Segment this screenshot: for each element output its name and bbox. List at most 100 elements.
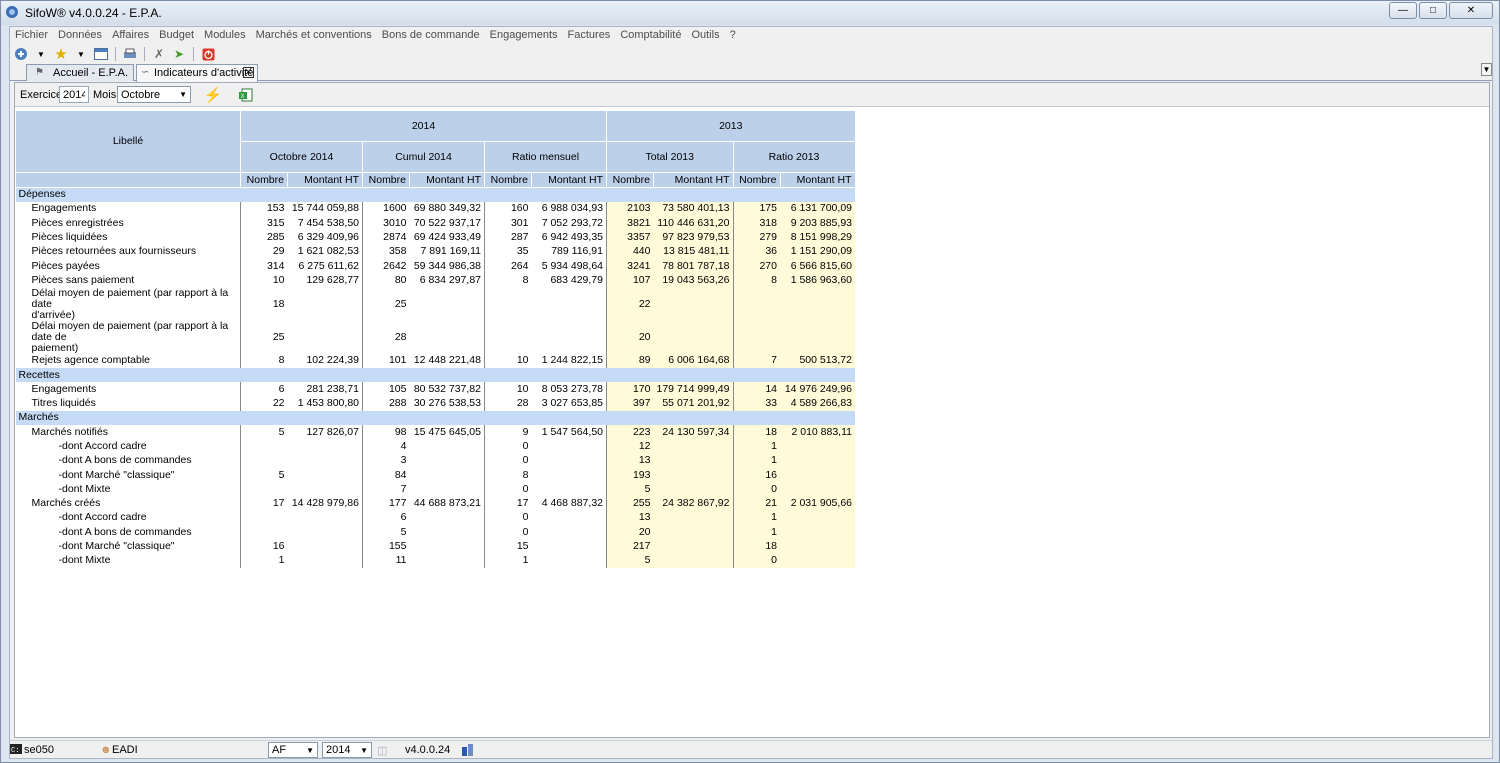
montant-cell[interactable]: 6 988 034,93 [531, 201, 607, 217]
nombre-cell[interactable]: 6 [240, 382, 288, 397]
montant-cell[interactable]: 789 116,91 [531, 244, 607, 259]
montant-cell[interactable]: 1 547 564,50 [531, 425, 607, 440]
montant-cell[interactable]: 2 010 883,11 [780, 425, 855, 440]
nombre-cell[interactable]: 2874 [362, 230, 410, 245]
nombre-cell[interactable]: 1 [732, 439, 780, 454]
montant-cell[interactable] [409, 525, 485, 540]
nombre-column-header[interactable]: Nombre [362, 172, 410, 188]
montant-cell[interactable]: 7 891 169,11 [409, 244, 485, 259]
montant-cell[interactable]: 129 628,77 [287, 273, 363, 288]
nombre-cell[interactable]: 3 [362, 453, 410, 468]
table-row[interactable]: Marchés créés 17 14 428 979,86 177 44 688 87… [15, 496, 855, 511]
nombre-cell[interactable]: 3010 [362, 216, 410, 231]
montant-cell[interactable]: 7 052 293,72 [531, 216, 607, 231]
nombre-cell[interactable]: 0 [484, 510, 532, 526]
table-row[interactable]: Pièces sans paiement 10 129 628,77 80 6 834 … [15, 273, 855, 288]
nombre-cell[interactable]: 3357 [606, 230, 654, 245]
menu-item[interactable]: Données [53, 27, 107, 44]
dropdown-arrow-icon[interactable]: ▼ [32, 46, 50, 62]
navigate-icon[interactable] [12, 46, 30, 62]
print-icon[interactable] [121, 46, 139, 62]
montant-cell[interactable]: 179 714 999,49 [653, 382, 733, 397]
montant-cell[interactable]: 70 522 937,17 [409, 216, 485, 231]
nombre-cell[interactable] [240, 453, 288, 468]
nombre-column-header[interactable]: Nombre [732, 172, 781, 188]
nombre-cell[interactable]: 22 [240, 396, 288, 411]
nombre-cell[interactable]: 2103 [606, 201, 654, 217]
table-row[interactable]: -dont Marché "classique" 5 84 8 193 16 [15, 467, 855, 483]
nombre-cell[interactable]: 0 [484, 453, 532, 468]
menu-item[interactable]: Factures [563, 27, 616, 44]
nombre-cell[interactable]: 17 [484, 496, 532, 511]
montant-cell[interactable]: 55 071 201,92 [653, 396, 733, 411]
montant-cell[interactable] [780, 453, 855, 468]
montant-cell[interactable]: 5 934 498,64 [531, 258, 607, 274]
montant-cell[interactable] [409, 482, 485, 497]
section-row[interactable]: Marchés [15, 410, 855, 426]
nombre-cell[interactable]: 21 [732, 496, 780, 511]
nombre-cell[interactable]: 18 [732, 539, 780, 554]
montant-cell[interactable] [409, 553, 485, 569]
nombre-cell[interactable]: 18 [732, 425, 780, 440]
montant-cell[interactable]: 3 027 653,85 [531, 396, 607, 411]
nombre-cell[interactable]: 33 [732, 396, 780, 411]
montant-cell[interactable] [780, 539, 855, 554]
window-layout-icon[interactable] [92, 46, 110, 62]
montant-cell[interactable]: 1 586 963,60 [780, 273, 855, 288]
montant-cell[interactable] [531, 453, 607, 468]
refresh-lightning-icon[interactable]: ⚡ [203, 85, 223, 105]
table-row[interactable]: -dont Mixte 7 0 5 0 [15, 482, 855, 497]
montant-cell[interactable]: 97 823 979,53 [653, 230, 733, 245]
menu-item[interactable]: Affaires [107, 27, 154, 44]
nombre-cell[interactable]: 5 [606, 482, 654, 497]
nombre-cell[interactable]: 287 [484, 230, 532, 245]
nombre-cell[interactable]: 264 [484, 258, 532, 274]
mois-select[interactable]: Octobre ▼ [117, 86, 191, 103]
montant-cell[interactable]: 9 203 885,93 [780, 216, 855, 231]
montant-cell[interactable] [653, 320, 733, 354]
montant-cell[interactable]: 24 382 867,92 [653, 496, 733, 511]
nombre-cell[interactable]: 8 [240, 353, 288, 368]
table-row[interactable]: Titres liquidés 22 1 453 800,80 288 30 276 5… [15, 396, 855, 411]
nombre-cell[interactable]: 28 [362, 320, 410, 354]
montant-cell[interactable] [531, 553, 607, 569]
nombre-cell[interactable]: 177 [362, 496, 410, 511]
nombre-cell[interactable]: 217 [606, 539, 654, 554]
montant-cell[interactable]: 6 006 164,68 [653, 353, 733, 368]
nombre-cell[interactable]: 255 [606, 496, 654, 511]
montant-cell[interactable] [531, 525, 607, 540]
montant-cell[interactable]: 24 130 597,34 [653, 425, 733, 440]
montant-cell[interactable]: 73 580 401,13 [653, 201, 733, 217]
nombre-cell[interactable]: 13 [606, 510, 654, 526]
nombre-cell[interactable]: 270 [732, 258, 780, 274]
nombre-cell[interactable]: 155 [362, 539, 410, 554]
menu-item[interactable]: Marchés et conventions [251, 27, 377, 44]
nombre-column-header[interactable]: Nombre [484, 172, 532, 188]
montant-cell[interactable]: 30 276 538,53 [409, 396, 485, 411]
montant-cell[interactable] [287, 525, 363, 540]
nombre-cell[interactable]: 288 [362, 396, 410, 411]
montant-cell[interactable]: 127 826,07 [287, 425, 363, 440]
montant-cell[interactable]: 13 815 481,11 [653, 244, 733, 259]
montant-cell[interactable]: 4 589 266,83 [780, 396, 855, 411]
montant-cell[interactable]: 78 801 787,18 [653, 258, 733, 274]
montant-cell[interactable] [409, 467, 485, 483]
nombre-cell[interactable]: 0 [484, 482, 532, 497]
table-row[interactable]: Engagements 153 15 744 059,88 1600 69 880 34… [15, 201, 855, 217]
montant-cell[interactable] [287, 467, 363, 483]
montant-cell[interactable]: 15 475 645,05 [409, 425, 485, 440]
montant-cell[interactable] [780, 482, 855, 497]
montant-column-header[interactable]: Montant HT [779, 172, 856, 188]
nombre-cell[interactable]: 16 [732, 467, 780, 483]
dropdown-arrow-icon[interactable]: ▼ [72, 46, 90, 62]
montant-cell[interactable] [531, 439, 607, 454]
nombre-cell[interactable]: 22 [606, 287, 654, 321]
montant-cell[interactable]: 59 344 986,38 [409, 258, 485, 274]
tab-indicateurs[interactable]: ∽ Indicateurs d'activité ✕ [136, 64, 258, 82]
montant-cell[interactable] [780, 510, 855, 526]
nombre-cell[interactable]: 10 [240, 273, 288, 288]
montant-cell[interactable] [653, 439, 733, 454]
nombre-cell[interactable]: 223 [606, 425, 654, 440]
nombre-cell[interactable]: 98 [362, 425, 410, 440]
nombre-cell[interactable]: 12 [606, 439, 654, 454]
